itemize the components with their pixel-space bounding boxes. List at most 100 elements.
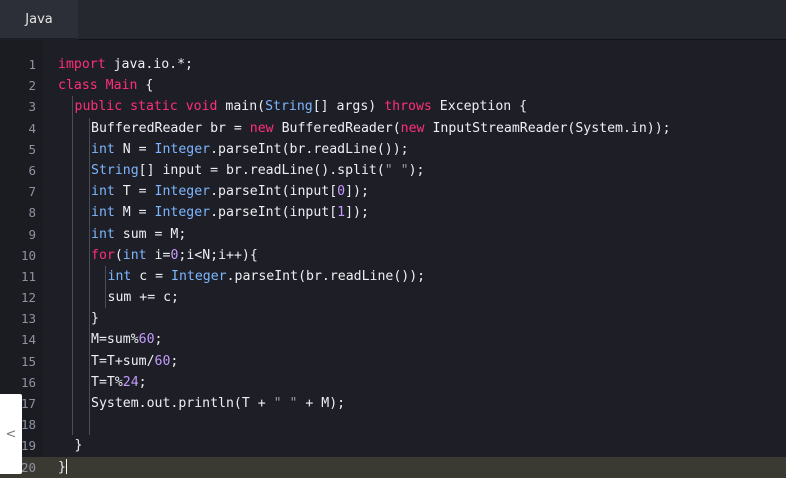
indent-guide: [72, 96, 73, 118]
code-token: static: [130, 99, 178, 115]
indent-guide: [72, 308, 73, 330]
code-text: public static void main(String[] args) t…: [75, 96, 528, 117]
code-text: int M = Integer.parseInt(input[1]);: [91, 202, 369, 223]
code-token: Exception {: [431, 99, 528, 115]
code-line[interactable]: 15 T=T+sum/60;: [0, 350, 786, 372]
indent-guide: [88, 138, 90, 160]
code-token: M=sum%: [91, 332, 139, 348]
code-token: BufferedReader(: [273, 120, 401, 136]
indent-guide: [88, 287, 90, 309]
code-token: M =: [114, 205, 155, 221]
code-line[interactable]: 10 for(int i=0;i<N;i++){: [0, 244, 786, 266]
code-line[interactable]: 5 int N = Integer.parseInt(br.readLine())…: [0, 138, 786, 160]
code-line[interactable]: 19}: [0, 435, 786, 456]
code-token: int: [91, 141, 115, 157]
code-editor[interactable]: 1 import java.io.*; 2 class Main {3 public s…: [0, 40, 786, 478]
code-token: int: [91, 205, 115, 221]
code-token: [] input = br.readLine().split(: [138, 162, 385, 178]
line-number: 9: [28, 226, 36, 242]
code-token: public: [74, 99, 123, 115]
code-token: new: [249, 120, 274, 136]
code-token: int: [122, 247, 147, 263]
code-token: 1: [337, 205, 346, 221]
code-token: int: [91, 226, 115, 242]
line-number: 4: [28, 120, 36, 136]
line-number: 5: [28, 141, 36, 157]
code-token: import: [58, 57, 106, 72]
code-text: import java.io.*;: [58, 54, 193, 75]
code-token: .parseInt(input[: [210, 184, 338, 200]
indent-guide: [72, 414, 73, 436]
code-line[interactable]: 4 BufferedReader br = new BufferedReader(…: [0, 117, 786, 139]
code-text: System.out.println(T + " " + M);: [91, 393, 345, 414]
indent-guide: [88, 350, 90, 372]
side-panel-toggle[interactable]: <: [0, 394, 22, 474]
line-number: 11: [20, 268, 36, 284]
line-number: 8: [28, 205, 36, 221]
indent-guide: [88, 117, 90, 139]
code-text: int sum = M;: [91, 224, 186, 245]
code-line[interactable]: 7 int T = Integer.parseInt(input[0]);: [0, 181, 786, 203]
code-token: 60: [138, 332, 155, 348]
code-text: }: [91, 308, 99, 329]
code-token: sum += c;: [107, 290, 179, 306]
code-token: new: [400, 120, 425, 136]
indent-guide: [88, 244, 90, 266]
indent-guide: [88, 181, 90, 203]
code-line[interactable]: 8 int M = Integer.parseInt(input[1]);: [0, 202, 786, 224]
code-token: }: [58, 459, 66, 475]
code-token: for: [91, 247, 115, 263]
indent-guide: [72, 117, 73, 139]
code-token: " ": [384, 162, 409, 178]
code-line[interactable]: 14 M=sum%60;: [0, 329, 786, 351]
code-line[interactable]: 18: [0, 414, 786, 436]
code-token: void: [185, 99, 218, 115]
code-text: int c = Integer.parseInt(br.readLine());: [108, 266, 426, 287]
code-token: System.out.println(T +: [91, 396, 274, 411]
code-line[interactable]: 17 System.out.println(T + " " + M);: [0, 393, 786, 415]
code-text: T=T%24;: [91, 372, 147, 393]
code-token: [] args): [312, 99, 385, 115]
line-number: 14: [20, 332, 36, 348]
code-token: }: [74, 438, 83, 454]
code-token: throws: [384, 99, 432, 115]
code-line[interactable]: 9 int sum = M;: [0, 223, 786, 245]
code-line[interactable]: 1 import java.io.*;: [0, 54, 786, 75]
code-token: " ": [273, 396, 298, 411]
indent-guide: [88, 371, 90, 393]
code-text: }: [75, 435, 83, 456]
code-lines[interactable]: 1 import java.io.*; 2 class Main {3 public s…: [0, 54, 786, 478]
code-line[interactable]: 20}: [0, 456, 786, 478]
code-line[interactable]: 3 public static void main(String[] args) …: [0, 96, 786, 118]
indent-guide: [88, 414, 90, 436]
indent-guide: [88, 223, 90, 245]
code-text: int N = Integer.parseInt(br.readLine());: [91, 139, 409, 160]
code-token: String: [91, 162, 139, 178]
code-token: Integer: [171, 268, 227, 284]
code-line[interactable]: 6 String[] input = br.readLine().split(" …: [0, 159, 786, 182]
line-number: 6: [28, 162, 36, 178]
indent-guide: [72, 223, 73, 245]
code-token: (: [114, 247, 123, 263]
code-token: ;: [154, 332, 163, 348]
code-text: int T = Integer.parseInt(input[0]);: [91, 181, 369, 202]
indent-guide: [72, 393, 73, 415]
tab-java[interactable]: Java: [0, 0, 78, 40]
code-line[interactable]: 2 class Main {: [0, 75, 786, 96]
code-line[interactable]: 11 int c = Integer.parseInt(br.readLine()…: [0, 265, 786, 288]
chevron-left-icon: <: [5, 426, 17, 442]
code-token: Integer: [154, 205, 211, 221]
code-token: ]);: [345, 205, 369, 221]
code-token: ;i<N;i++){: [178, 247, 258, 263]
code-line[interactable]: 13}: [0, 308, 786, 330]
code-token: sum = M;: [114, 226, 187, 242]
indent-guide: [72, 350, 73, 372]
code-token: int: [107, 268, 132, 284]
code-line[interactable]: 16 T=T%24;: [0, 371, 786, 393]
indent-guide: [88, 393, 90, 415]
code-token: int: [91, 184, 115, 200]
indent-guide: [72, 287, 73, 309]
code-line[interactable]: 12 sum += c;: [0, 287, 786, 309]
